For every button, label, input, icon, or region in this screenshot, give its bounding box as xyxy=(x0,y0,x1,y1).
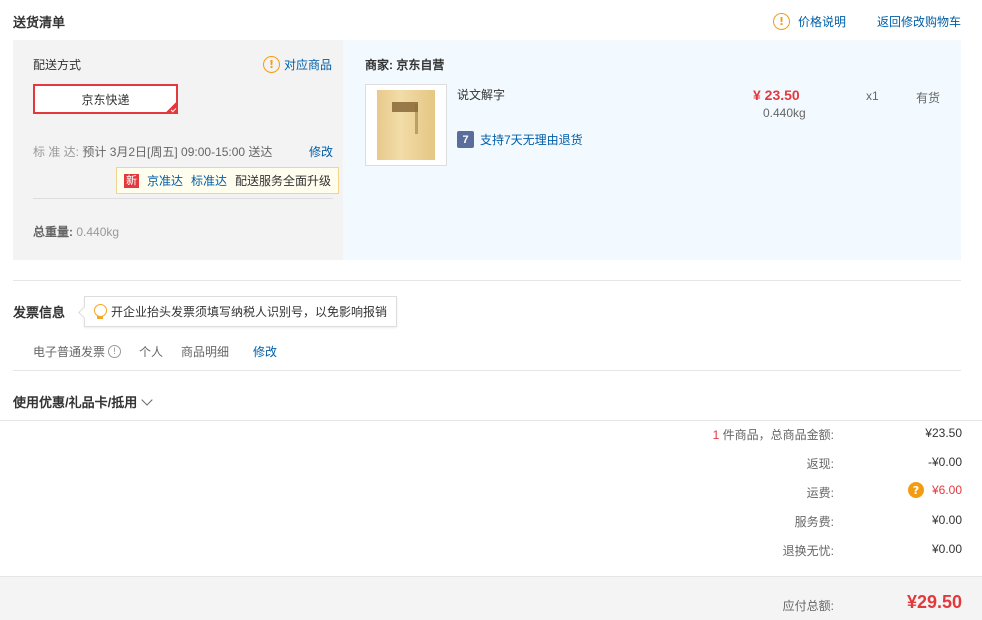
product-name-link[interactable]: 说文解字 xyxy=(457,86,505,103)
jingzhunda-link[interactable]: 京准达 xyxy=(147,172,183,189)
divider xyxy=(33,198,333,199)
total-weight-label: 总重量: xyxy=(33,225,73,239)
goods-total-label: 1 件商品，总商品金额: xyxy=(713,426,834,443)
help-icon[interactable]: ? xyxy=(907,482,924,498)
invoice-content: 商品明细 xyxy=(181,345,230,359)
divider xyxy=(13,370,961,371)
return-insurance-label: 退换无忧: xyxy=(782,544,834,558)
total-bar xyxy=(0,576,982,620)
invoice-tooltip: 开企业抬头发票须填写纳税人识别号，以免影响报销 xyxy=(84,296,398,327)
return-insurance-value: ¥0.00 xyxy=(931,542,962,556)
seven-day-return-icon: 7 xyxy=(457,131,474,148)
product-quantity: x1 xyxy=(866,89,879,103)
shipping-option-jd-express[interactable]: 京东快递 xyxy=(33,84,178,114)
standard-delivery-row: 标 准 达: 预计 3月2日[周五] 09:00-15:00 送达 xyxy=(33,143,272,160)
delivery-upgrade-tip: 新 京准达 标准达 配送服务全面升级 xyxy=(116,167,340,194)
shipping-fee-value: ¥6.00 xyxy=(931,483,962,497)
product-price: ¥ 23.50 xyxy=(753,87,800,103)
invoice-title-type: 个人 xyxy=(139,345,164,359)
goods-total-value: ¥23.50 xyxy=(925,426,962,440)
total-payable-value: ¥29.50 xyxy=(906,592,962,612)
coupon-giftcard-toggle[interactable]: 使用优惠/礼品卡/抵用 xyxy=(13,392,153,411)
delivery-method-label: 配送方式 xyxy=(33,58,82,72)
invoice-tip-text: 开企业抬头发票须填写纳税人识别号，以免影响报销 xyxy=(111,305,388,319)
coupon-toggle-label: 使用优惠/礼品卡/抵用 xyxy=(13,395,138,410)
new-badge: 新 xyxy=(124,173,139,188)
product-weight: 0.440kg xyxy=(763,106,806,120)
return-policy-text: 支持7天无理由退货 xyxy=(480,133,583,147)
book-cover-image xyxy=(377,90,435,160)
standard-delivery-time: 预计 3月2日[周五] 09:00-15:00 送达 xyxy=(82,145,273,159)
price-note-label: 价格说明 xyxy=(798,15,847,29)
merchant-label: 商家: 京东自营 xyxy=(365,58,445,72)
return-policy-badge: 7 支持7天无理由退货 xyxy=(457,131,583,148)
chevron-down-icon xyxy=(141,393,153,406)
goods-total-label-text: 件商品，总商品金额: xyxy=(719,428,834,442)
divider xyxy=(13,280,961,281)
modify-delivery-time-link[interactable]: 修改 xyxy=(309,143,333,160)
service-fee-label: 服务费: xyxy=(794,515,834,529)
lightbulb-icon xyxy=(94,303,107,320)
warning-icon: ! xyxy=(773,13,790,30)
modify-invoice-link[interactable]: 修改 xyxy=(253,343,277,360)
matching-goods-link[interactable]: ! 对应商品 xyxy=(263,56,332,73)
info-icon[interactable]: ! xyxy=(108,345,122,358)
standard-delivery-label: 标 准 达: xyxy=(33,145,80,159)
warning-icon: ! xyxy=(263,56,280,73)
upgrade-tip-text: 配送服务全面升级 xyxy=(235,174,332,188)
product-image[interactable] xyxy=(365,84,447,166)
matching-goods-label: 对应商品 xyxy=(284,58,333,72)
biaozhunda-link[interactable]: 标准达 xyxy=(191,172,227,189)
total-weight-value: 0.440kg xyxy=(76,225,120,239)
section-title-delivery-list: 送货清单 xyxy=(13,15,66,30)
price-note-link[interactable]: ! 价格说明 xyxy=(773,13,846,30)
shipping-fee-label: 运费: xyxy=(806,486,834,500)
invoice-type: 电子普通发票 xyxy=(33,345,106,359)
invoice-section-title: 发票信息 xyxy=(13,305,66,320)
divider xyxy=(0,420,982,421)
shipping-fee-row: ? ¥6.00 xyxy=(907,482,962,498)
selected-check-icon xyxy=(164,100,178,114)
return-to-cart-link[interactable]: 返回修改购物车 xyxy=(877,13,961,30)
cashback-value: -¥0.00 xyxy=(927,455,962,469)
shipping-option-label: 京东快递 xyxy=(81,92,130,107)
service-fee-value: ¥0.00 xyxy=(931,513,962,527)
total-payable-label: 应付总额: xyxy=(782,599,834,613)
stock-status: 有货 xyxy=(916,91,941,105)
invoice-details-row: 电子普通发票 ! 个人 商品明细 修改 xyxy=(33,343,277,360)
total-weight-row: 总重量: 0.440kg xyxy=(33,223,119,240)
cashback-label: 返现: xyxy=(806,457,834,471)
